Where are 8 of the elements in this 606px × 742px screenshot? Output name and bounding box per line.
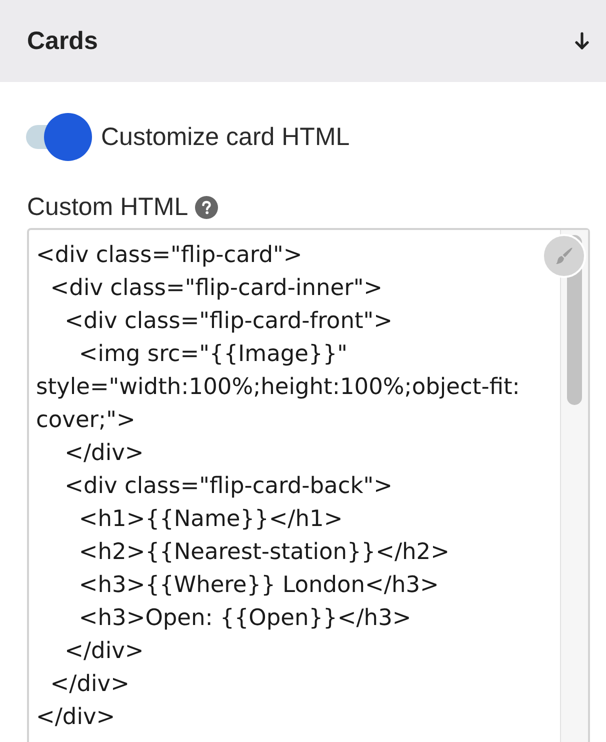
panel-title: Cards — [27, 26, 98, 56]
help-icon[interactable] — [195, 196, 218, 218]
toggle-label: Customize card HTML — [101, 122, 350, 152]
toggle-switch[interactable] — [26, 113, 92, 161]
arrow-down-icon[interactable] — [575, 32, 589, 50]
html-code-field[interactable]: <div class="flip-card"> <div class="flip-card-inner"> <div class="flip-card-front"> <img src="{{Image}}" style="width:100%;height:100%;object-fit: cover;"> </div> <div class="flip-card-back"> <h1>{{Name}}</h1> <h2>{{Nearest-station}}</h2> <h3>{{Where}} London</h3> <h3>Open: {{Open}}</h3> </div> </div> </div> — [27, 228, 590, 742]
brush-icon — [554, 246, 574, 266]
field-label: Custom HTML — [27, 192, 188, 222]
